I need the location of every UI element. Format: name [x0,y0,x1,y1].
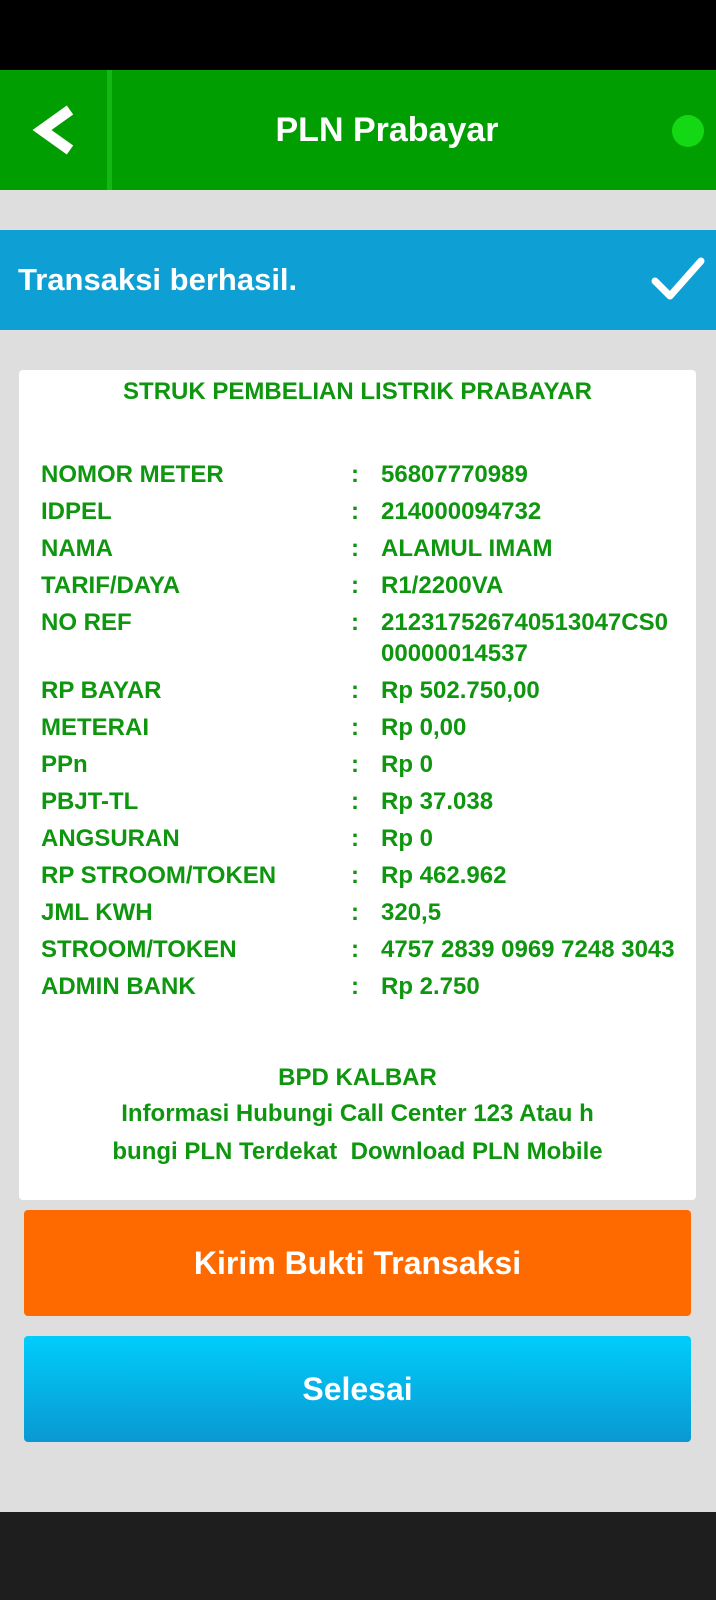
receipt-info-line-1: Informasi Hubungi Call Center 123 Atau h [121,1100,594,1127]
receipt-row-value: Rp 0 [381,751,434,778]
receipt-row: PPn: Rp 0 [41,749,681,780]
receipt-row-separator: : [351,535,359,562]
receipt-row-value: Rp 0,00 [381,714,467,741]
receipt-row-separator: : [351,609,359,636]
receipt-row-value: Rp 462.962 [381,862,507,889]
back-button[interactable] [0,70,112,190]
receipt-row-label: RP BAYAR [41,677,162,704]
receipt-row: METERAI: Rp 0,00 [41,712,681,743]
navigation-bar [0,1512,716,1600]
receipt-row: RP BAYAR: Rp 502.750,00 [41,675,681,706]
receipt-row-label: JML KWH [41,899,153,926]
receipt-row-value: Rp 2.750 [381,973,480,1000]
receipt-row: TARIF/DAYA: R1/2200VA [41,570,681,601]
receipt-row-separator: : [351,788,359,815]
done-button[interactable]: Selesai [24,1336,691,1442]
receipt-info-line-2: bungi PLN Terdekat Download PLN Mobile [112,1138,603,1165]
chevron-left-icon [32,105,73,155]
receipt-row-label: TARIF/DAYA [41,572,181,599]
receipt-row-label: STROOM/TOKEN [41,936,237,963]
receipt-row-value: 214000094732 [381,498,542,525]
receipt-row-value: 4757 2839 0969 7248 3043 [381,936,675,963]
receipt-row-value: 56807770989 [381,461,528,488]
receipt-row-label: METERAI [41,714,149,741]
receipt-row-label: ANGSURAN [41,825,180,852]
receipt-row-separator: : [351,461,359,488]
connection-status-dot [672,115,704,147]
receipt-row-label: PPn [41,751,88,778]
receipt-row-separator: : [351,973,359,1000]
send-receipt-button[interactable]: Kirim Bukti Transaksi [24,1210,691,1316]
receipt-row-separator: : [351,572,359,599]
receipt-row-separator: : [351,498,359,525]
receipt-title: STRUK PEMBELIAN LISTRIK PRABAYAR [123,378,592,405]
success-banner: Transaksi berhasil. [0,230,716,330]
receipt-row-label: RP STROOM/TOKEN [41,862,277,889]
receipt-rows: NOMOR METER:56807770989 IDPEL:21400009473… [41,459,681,1008]
success-message: Transaksi berhasil. [18,262,298,297]
receipt-row-label: NOMOR METER [41,461,224,488]
receipt-row: PBJT-TL: Rp 37.038 [41,786,681,817]
receipt-row: RP STROOM/TOKEN: Rp 462.962 [41,860,681,891]
receipt-row: IDPEL:214000094732 [41,496,681,527]
receipt-card: STRUK PEMBELIAN LISTRIK PRABAYAR NOMOR M… [19,370,696,1200]
receipt-row-separator: : [351,677,359,704]
receipt-row-separator: : [351,751,359,778]
receipt-row: ADMIN BANK: Rp 2.750 [41,971,681,1002]
checkmark-icon [651,257,705,300]
receipt-row-label: NO REF [41,609,132,636]
page-title: PLN Prabayar [275,110,499,149]
receipt-row-value: 320,5 [381,899,442,926]
receipt-row-value: 212317526740513047CS000000014537 [381,609,668,667]
receipt-bank-name: BPD KALBAR [278,1064,437,1091]
receipt-row-value: R1/2200VA [381,572,504,599]
receipt-row-label: ADMIN BANK [41,973,196,1000]
receipt-row: JML KWH:320,5 [41,897,681,928]
receipt-row: NO REF:212317526740513047CS000000014537 [41,607,681,669]
receipt-row-separator: : [351,899,359,926]
receipt-row-value: Rp 37.038 [381,788,494,815]
receipt-row-label: IDPEL [41,498,112,525]
app-header: PLN Prabayar [0,70,716,190]
receipt-row-separator: : [351,714,359,741]
receipt-row: STROOM/TOKEN:4757 2839 0969 7248 3043 [41,934,681,965]
receipt-row-label: NAMA [41,535,113,562]
receipt-row-value: Rp 502.750,00 [381,677,540,704]
receipt-row: NOMOR METER:56807770989 [41,459,681,490]
receipt-row-value: Rp 0 [381,825,434,852]
receipt-row-separator: : [351,825,359,852]
receipt-row: ANGSURAN: Rp 0 [41,823,681,854]
receipt-row-separator: : [351,936,359,963]
status-bar [0,0,716,70]
receipt-row-label: PBJT-TL [41,788,139,815]
receipt-row-value: ALAMUL IMAM [381,535,553,562]
receipt-row-separator: : [351,862,359,889]
receipt-row: NAMA: ALAMUL IMAM [41,533,681,564]
